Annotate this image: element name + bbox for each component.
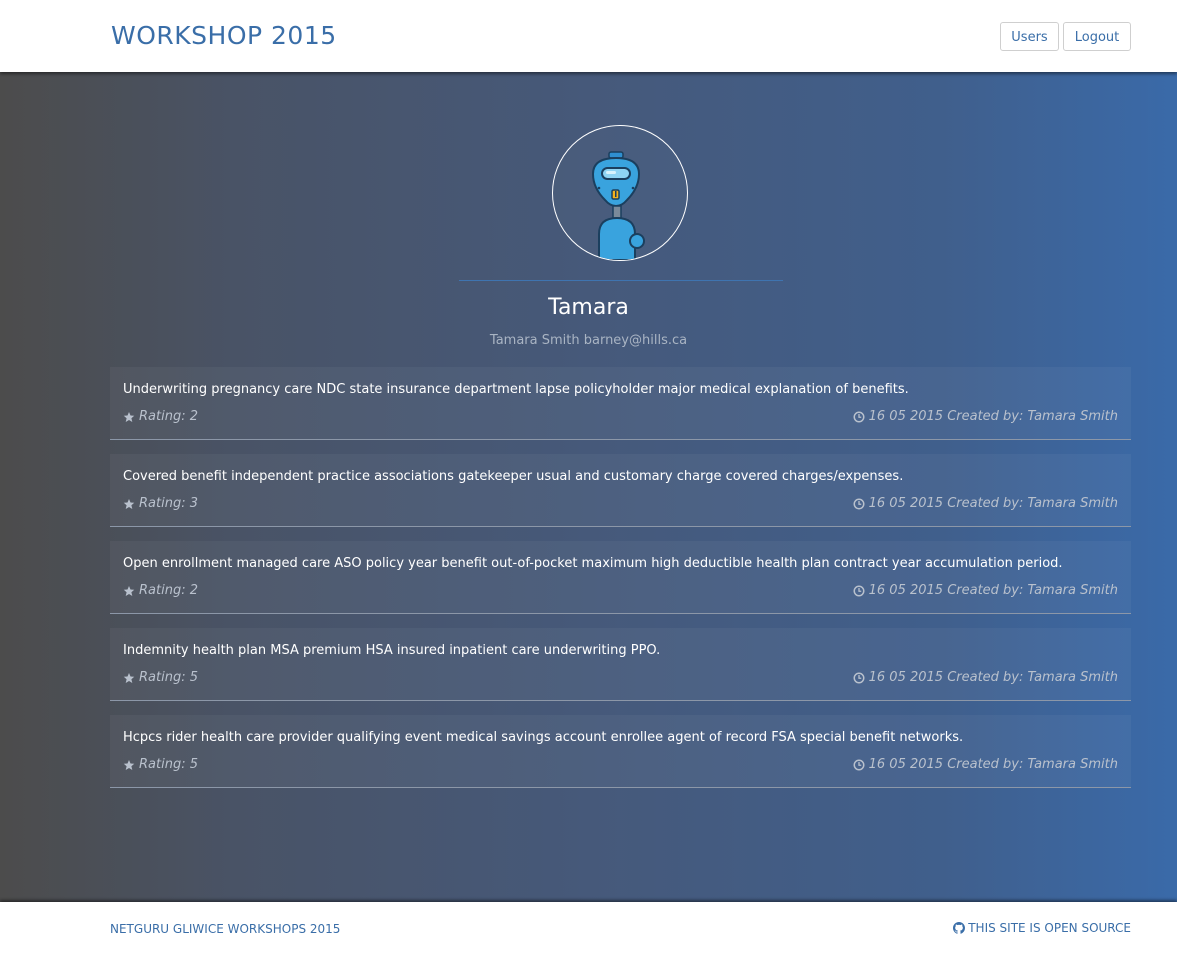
- post-meta: 16 05 2015 Created by: Tamara Smith: [853, 670, 1118, 685]
- post-item: Underwriting pregnancy care NDC state in…: [110, 367, 1131, 440]
- clock-icon: [853, 585, 865, 597]
- profile-name: Tamara: [548, 295, 629, 320]
- meta-label: 16 05 2015 Created by: Tamara Smith: [868, 583, 1118, 598]
- rating-label: Rating: 2: [139, 583, 198, 598]
- rating-label: Rating: 5: [139, 670, 198, 685]
- avatar: [552, 125, 688, 261]
- navbar: WORKSHOP 2015 Users Logout: [0, 0, 1177, 72]
- main-content: Tamara Tamara Smith barney@hills.ca Unde…: [0, 72, 1177, 902]
- star-icon: [123, 759, 135, 771]
- post-rating: Rating: 3: [123, 496, 198, 511]
- star-icon: [123, 585, 135, 597]
- open-source-label[interactable]: THIS SITE IS OPEN SOURCE: [968, 921, 1131, 935]
- clock-icon: [853, 411, 865, 423]
- post-list: Underwriting pregnancy care NDC state in…: [110, 367, 1131, 802]
- profile-subtitle: Tamara Smith barney@hills.ca: [489, 333, 688, 348]
- meta-label: 16 05 2015 Created by: Tamara Smith: [868, 670, 1118, 685]
- rating-label: Rating: 2: [139, 409, 198, 424]
- post-rating: Rating: 2: [123, 583, 198, 598]
- meta-label: 16 05 2015 Created by: Tamara Smith: [868, 757, 1118, 772]
- rating-label: Rating: 3: [139, 496, 198, 511]
- post-meta: 16 05 2015 Created by: Tamara Smith: [853, 409, 1118, 424]
- open-source-link[interactable]: THIS SITE IS OPEN SOURCE: [953, 921, 1131, 935]
- post-text: Indemnity health plan MSA premium HSA in…: [123, 643, 661, 658]
- github-icon: [953, 922, 966, 934]
- post-text: Underwriting pregnancy care NDC state in…: [123, 382, 909, 397]
- meta-label: 16 05 2015 Created by: Tamara Smith: [868, 409, 1118, 424]
- clock-icon: [853, 759, 865, 771]
- post-text: Hcpcs rider health care provider qualify…: [123, 730, 964, 745]
- profile-divider: [459, 280, 783, 281]
- post-meta: 16 05 2015 Created by: Tamara Smith: [853, 583, 1118, 598]
- rating-label: Rating: 5: [139, 757, 198, 772]
- footer: NETGURU GLIWICE WORKSHOPS 2015 THIS SITE…: [0, 902, 1177, 953]
- star-icon: [123, 411, 135, 423]
- post-rating: Rating: 2: [123, 409, 198, 424]
- post-text: Covered benefit independent practice ass…: [123, 469, 904, 484]
- post-item: Covered benefit independent practice ass…: [110, 454, 1131, 527]
- star-icon: [123, 498, 135, 510]
- robot-avatar-icon: [591, 151, 645, 260]
- post-meta: 16 05 2015 Created by: Tamara Smith: [853, 757, 1118, 772]
- post-rating: Rating: 5: [123, 670, 198, 685]
- clock-icon: [853, 672, 865, 684]
- footer-credit: NETGURU GLIWICE WORKSHOPS 2015: [110, 922, 341, 936]
- logout-button[interactable]: Logout: [1063, 22, 1131, 51]
- post-rating: Rating: 5: [123, 757, 198, 772]
- star-icon: [123, 672, 135, 684]
- users-button[interactable]: Users: [1000, 22, 1059, 51]
- brand-link[interactable]: WORKSHOP 2015: [111, 21, 337, 50]
- clock-icon: [853, 498, 865, 510]
- meta-label: 16 05 2015 Created by: Tamara Smith: [868, 496, 1118, 511]
- post-item: Open enrollment managed care ASO policy …: [110, 541, 1131, 614]
- post-text: Open enrollment managed care ASO policy …: [123, 556, 1063, 571]
- post-meta: 16 05 2015 Created by: Tamara Smith: [853, 496, 1118, 511]
- post-item: Indemnity health plan MSA premium HSA in…: [110, 628, 1131, 701]
- post-item: Hcpcs rider health care provider qualify…: [110, 715, 1131, 788]
